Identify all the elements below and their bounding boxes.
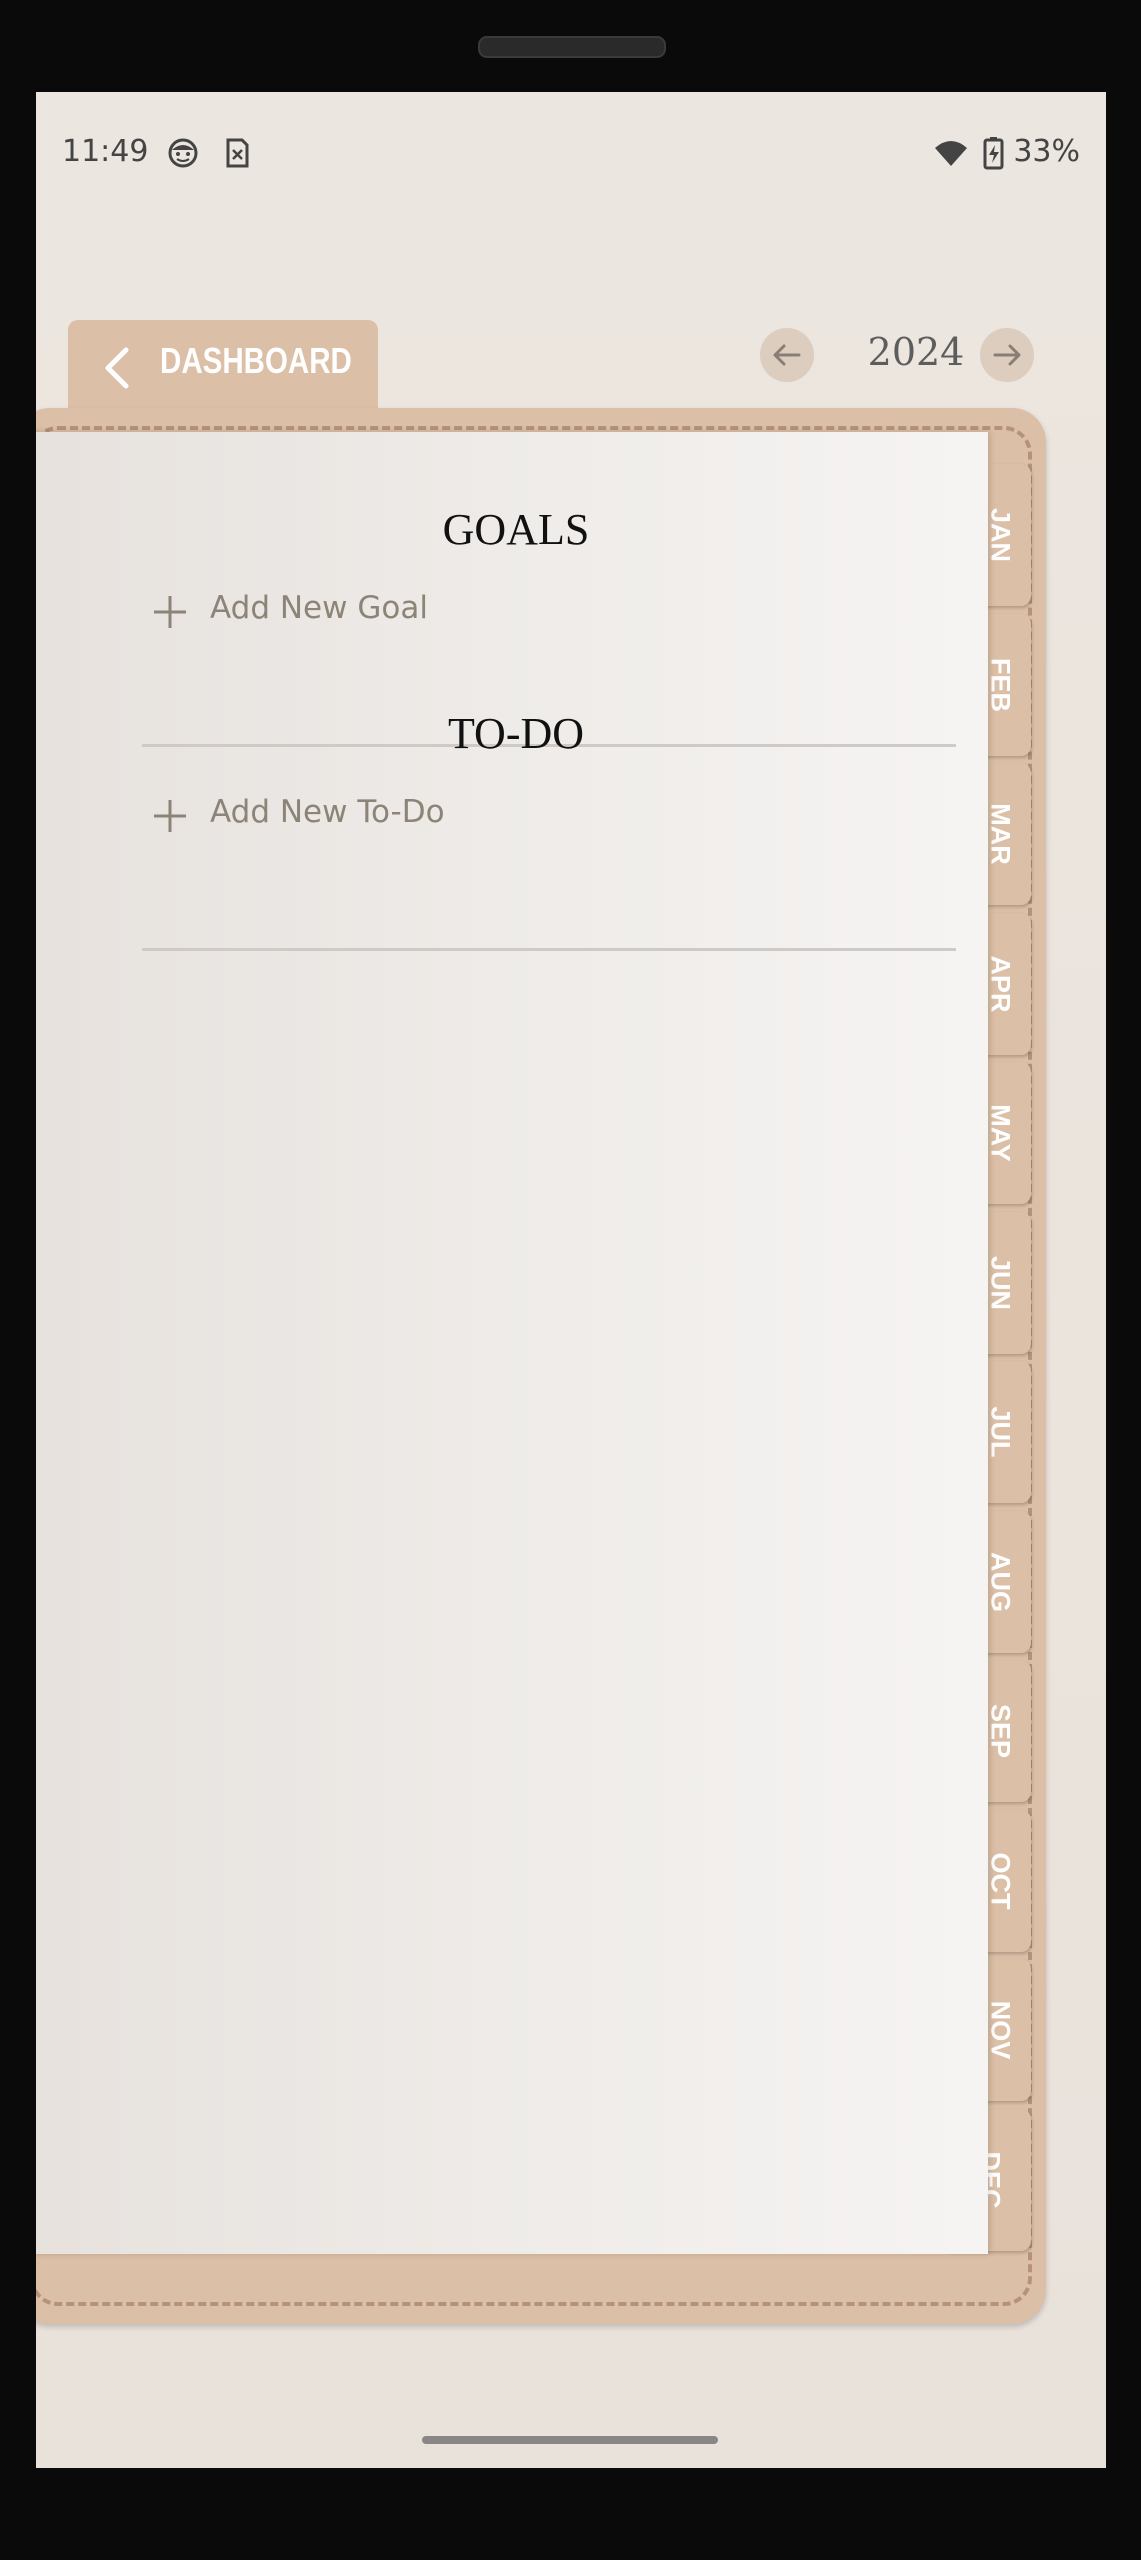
todo-divider	[142, 948, 956, 951]
chevron-left-icon	[105, 347, 129, 389]
month-tab-label: SEP	[985, 1703, 1016, 1759]
arrow-right-icon	[993, 344, 1021, 366]
prev-year-button[interactable]	[760, 328, 814, 382]
month-tab-label: NOV	[985, 2000, 1016, 2060]
month-tab-label: APR	[985, 954, 1016, 1013]
status-bar: 11:49 33%	[36, 92, 1106, 222]
dashboard-label: DASHBOARD	[160, 340, 352, 381]
planner-page: GOALS Add New Goal TO-DO Add New To-Do	[36, 432, 988, 2254]
add-todo-button[interactable]: Add New To-Do	[142, 786, 954, 846]
add-goal-button[interactable]: Add New Goal	[142, 582, 954, 642]
status-time: 11:49	[62, 134, 149, 169]
plus-icon	[154, 800, 186, 832]
phone-speaker	[478, 36, 666, 58]
month-tab-label: JUN	[985, 1255, 1016, 1310]
sim-off-icon	[226, 138, 249, 168]
battery-percent: 33%	[1013, 134, 1080, 169]
month-tab-label: FEB	[985, 657, 1016, 712]
month-tab-label: MAR	[985, 803, 1016, 865]
screen: 11:49 33% DASHBOARD 2024 JAN FEB MAR APR…	[36, 92, 1106, 2468]
wifi-icon	[935, 141, 967, 166]
month-tab-label: JAN	[985, 507, 1016, 563]
plus-icon	[154, 596, 186, 628]
arrow-left-icon	[773, 344, 801, 366]
next-year-button[interactable]	[980, 328, 1034, 382]
month-tab-label: JUL	[985, 1406, 1016, 1458]
home-indicator[interactable]	[422, 2436, 718, 2444]
goals-title: GOALS	[442, 505, 590, 554]
smiley-icon	[168, 138, 198, 168]
month-tab-label: AUG	[985, 1551, 1016, 1612]
add-goal-label: Add New Goal	[210, 590, 428, 626]
month-tab-label: MAY	[985, 1104, 1016, 1162]
todo-title: TO-DO	[447, 709, 585, 758]
month-tab-label: OCT	[985, 1852, 1016, 1909]
year-label: 2024	[867, 330, 965, 374]
add-todo-label: Add New To-Do	[210, 794, 445, 830]
battery-charging-icon	[983, 137, 1004, 170]
